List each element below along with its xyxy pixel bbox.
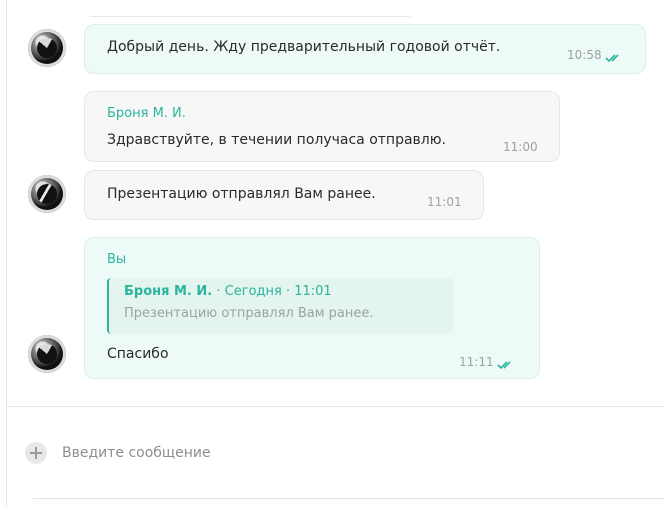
reply-quote-text: Презентацию отправлял Вам ранее.	[124, 306, 374, 321]
composer-underline	[33, 498, 665, 499]
message-text: Добрый день. Жду предварительный годовой…	[107, 39, 501, 55]
message-sender-name[interactable]: Броня М. И.	[107, 106, 186, 121]
message-composer	[0, 407, 665, 507]
message-bubble-incoming[interactable]: Презентацию отправлял Вам ранее. 11:01	[84, 170, 484, 220]
reply-quote-meta: · Сегодня · 11:01	[212, 284, 332, 299]
message-bubble-outgoing[interactable]: Вы Броня М. И. · Сегодня · 11:01 Презент…	[84, 237, 540, 379]
message-time: 11:11	[459, 355, 494, 369]
message-text: Презентацию отправлял Вам ранее.	[107, 186, 376, 202]
message-time: 10:58	[567, 48, 602, 62]
read-receipt-icon	[605, 53, 623, 63]
plus-icon[interactable]	[25, 442, 47, 464]
message-bubble-outgoing[interactable]: Добрый день. Жду предварительный годовой…	[84, 24, 646, 74]
message-time: 11:00	[503, 140, 538, 154]
reply-quote[interactable]: Броня М. И. · Сегодня · 11:01 Презентаци…	[107, 278, 453, 334]
message-text: Спасибо	[107, 346, 169, 362]
contact-avatar-icon[interactable]	[28, 335, 66, 373]
message-sender-name: Вы	[107, 252, 127, 267]
message-list[interactable]: Добрый день. Жду предварительный годовой…	[0, 0, 665, 405]
message-text: Здравствуйте, в течении получаса отправл…	[107, 132, 446, 148]
sender-avatar-icon[interactable]	[28, 175, 66, 213]
read-receipt-icon	[497, 360, 515, 370]
message-input[interactable]	[60, 437, 644, 469]
message-bubble-incoming[interactable]: Броня М. И. Здравствуйте, в течении полу…	[84, 91, 560, 162]
reply-quote-author: Броня М. И.	[124, 284, 213, 299]
contact-avatar-icon[interactable]	[28, 29, 66, 67]
message-time: 11:01	[427, 195, 462, 209]
reply-quote-header: Броня М. И. · Сегодня · 11:01	[124, 284, 332, 299]
